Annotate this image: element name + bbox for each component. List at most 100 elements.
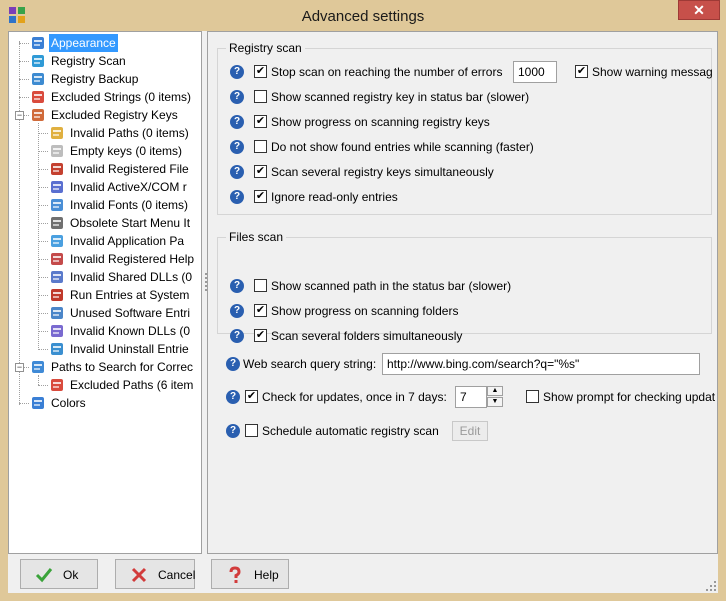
help-label: Help [254, 568, 279, 582]
tree-item-label: Invalid Shared DLLs (0 [70, 270, 193, 284]
option-label[interactable]: Show scanned path in the status bar (slo… [271, 279, 511, 293]
spin-up-icon[interactable]: ▲ [487, 386, 503, 396]
show-update-prompt-checkbox[interactable] [526, 390, 539, 403]
error-limit-input[interactable]: 1000 [513, 61, 557, 83]
tree-item-label: Unused Software Entri [70, 306, 191, 320]
option-row: ? Do not show found entries while scannin… [230, 137, 710, 157]
tree-guide-line [38, 295, 48, 296]
settings-tree[interactable]: Appearance Registry Scan Registry Backup Ex… [8, 31, 202, 554]
tree-item-label: Empty keys (0 items) [70, 144, 183, 158]
option-checkbox[interactable] [254, 90, 267, 103]
option-checkbox[interactable]: ✔ [254, 115, 267, 128]
option-label[interactable]: Show scanned registry key in status bar … [271, 90, 529, 104]
help-icon[interactable]: ? [230, 165, 244, 179]
check-updates-row: ? ✔ Check for updates, once in 7 days: 7… [226, 386, 716, 408]
tree-item-label: Registry Scan [51, 54, 126, 68]
help-icon[interactable]: ? [226, 357, 240, 371]
tree-guide-line [38, 277, 48, 278]
tree-guide-line [19, 97, 29, 98]
option-checkbox[interactable] [254, 279, 267, 292]
spin-down-icon[interactable]: ▼ [487, 397, 503, 407]
schedule-scan-label[interactable]: Schedule automatic registry scan [262, 424, 439, 438]
show-warning-label[interactable]: Show warning messag [592, 65, 713, 79]
advanced-settings-window: Advanced settings ✕ Appearance Registry S… [0, 0, 726, 601]
checkmark-icon [35, 568, 53, 583]
tree-guide-line [38, 313, 48, 314]
stop-scan-checkbox[interactable]: ✔ [254, 65, 267, 78]
help-icon[interactable]: ? [230, 190, 244, 204]
tree-guide-line [19, 403, 29, 404]
tree-guide-line [38, 169, 48, 170]
invalid-registered-help-icon [51, 253, 63, 265]
check-updates-checkbox[interactable]: ✔ [245, 390, 258, 403]
tree-guide-line [38, 331, 48, 332]
option-label[interactable]: Show progress on scanning registry keys [271, 115, 490, 129]
option-row: ? ✔ Scan several folders simultaneously [230, 326, 710, 346]
option-checkbox[interactable]: ✔ [254, 190, 267, 203]
help-icon[interactable]: ? [230, 304, 244, 318]
option-label[interactable]: Scan several folders simultaneously [271, 329, 462, 343]
close-button[interactable]: ✕ [678, 0, 720, 20]
help-icon[interactable]: ? [226, 424, 240, 438]
edit-schedule-button[interactable]: Edit [452, 421, 488, 441]
collapse-icon[interactable]: − [15, 111, 24, 120]
web-search-row: ? Web search query string: http://www.bi… [226, 353, 716, 375]
help-icon[interactable]: ? [230, 90, 244, 104]
registry-backup-icon [32, 73, 44, 85]
tree-guide-line [19, 79, 29, 80]
option-checkbox[interactable]: ✔ [254, 304, 267, 317]
empty-keys-icon [51, 145, 63, 157]
tree-guide-line [38, 375, 39, 385]
show-warning-checkbox[interactable]: ✔ [575, 65, 588, 78]
stop-scan-row: ? ✔ Stop scan on reaching the number of … [230, 61, 713, 83]
appearance-settings-panel: Registry scan ? ✔ Stop scan on reaching … [207, 31, 718, 554]
option-label[interactable]: Scan several registry keys simultaneousl… [271, 165, 494, 179]
tree-item-label: Excluded Paths (6 item [70, 378, 194, 392]
tree-guide-line [38, 205, 48, 206]
cancel-button[interactable]: Cancel [115, 559, 195, 589]
run-entries-icon [51, 289, 63, 301]
option-label[interactable]: Do not show found entries while scanning… [271, 140, 534, 154]
show-update-prompt-label[interactable]: Show prompt for checking updat [543, 390, 715, 404]
resize-grip-icon[interactable] [706, 581, 716, 591]
help-button[interactable]: Help [211, 559, 289, 589]
schedule-scan-row: ? Schedule automatic registry scan Edit [226, 421, 716, 441]
check-updates-label[interactable]: Check for updates, once in 7 days: [262, 390, 447, 404]
stop-scan-label[interactable]: Stop scan on reaching the number of erro… [271, 65, 502, 79]
tree-guide-line [38, 123, 39, 348]
invalid-application-paths-icon [51, 235, 63, 247]
excluded-paths-icon [51, 379, 63, 391]
tree-item-label: Excluded Registry Keys [51, 108, 178, 122]
update-days-spinner[interactable]: ▲ ▼ [487, 386, 503, 408]
schedule-scan-checkbox[interactable] [245, 424, 258, 437]
tree-guide-line [19, 43, 29, 44]
help-icon[interactable]: ? [226, 390, 240, 404]
option-label[interactable]: Show progress on scanning folders [271, 304, 458, 318]
title-bar[interactable]: Advanced settings ✕ [0, 0, 726, 32]
option-checkbox[interactable] [254, 140, 267, 153]
colors-icon [32, 397, 44, 409]
tree-item-label: Appearance [49, 34, 118, 52]
option-label[interactable]: Ignore read-only entries [271, 190, 398, 204]
help-icon[interactable]: ? [230, 65, 244, 79]
help-icon[interactable]: ? [230, 115, 244, 129]
help-icon[interactable]: ? [230, 140, 244, 154]
invalid-paths-icon [51, 127, 63, 139]
tree-item-label: Invalid ActiveX/COM r [70, 180, 187, 194]
update-days-input[interactable]: 7 [455, 386, 487, 408]
tree-guide-line [19, 41, 20, 405]
tree-item-label: Registry Backup [51, 72, 139, 86]
ok-button[interactable]: Ok [20, 559, 98, 589]
appearance-icon [32, 37, 44, 49]
files-scan-group-title: Files scan [226, 230, 287, 244]
tree-guide-line [38, 259, 48, 260]
collapse-icon[interactable]: − [15, 363, 24, 372]
tree-guide-line [38, 223, 48, 224]
option-row: ? ✔ Show progress on scanning folders [230, 301, 710, 321]
tree-item-label: Invalid Registered File [70, 162, 189, 176]
option-checkbox[interactable]: ✔ [254, 329, 267, 342]
help-icon[interactable]: ? [230, 279, 244, 293]
option-checkbox[interactable]: ✔ [254, 165, 267, 178]
help-icon[interactable]: ? [230, 329, 244, 343]
web-search-query-input[interactable]: http://www.bing.com/search?q="%s" [382, 353, 700, 375]
